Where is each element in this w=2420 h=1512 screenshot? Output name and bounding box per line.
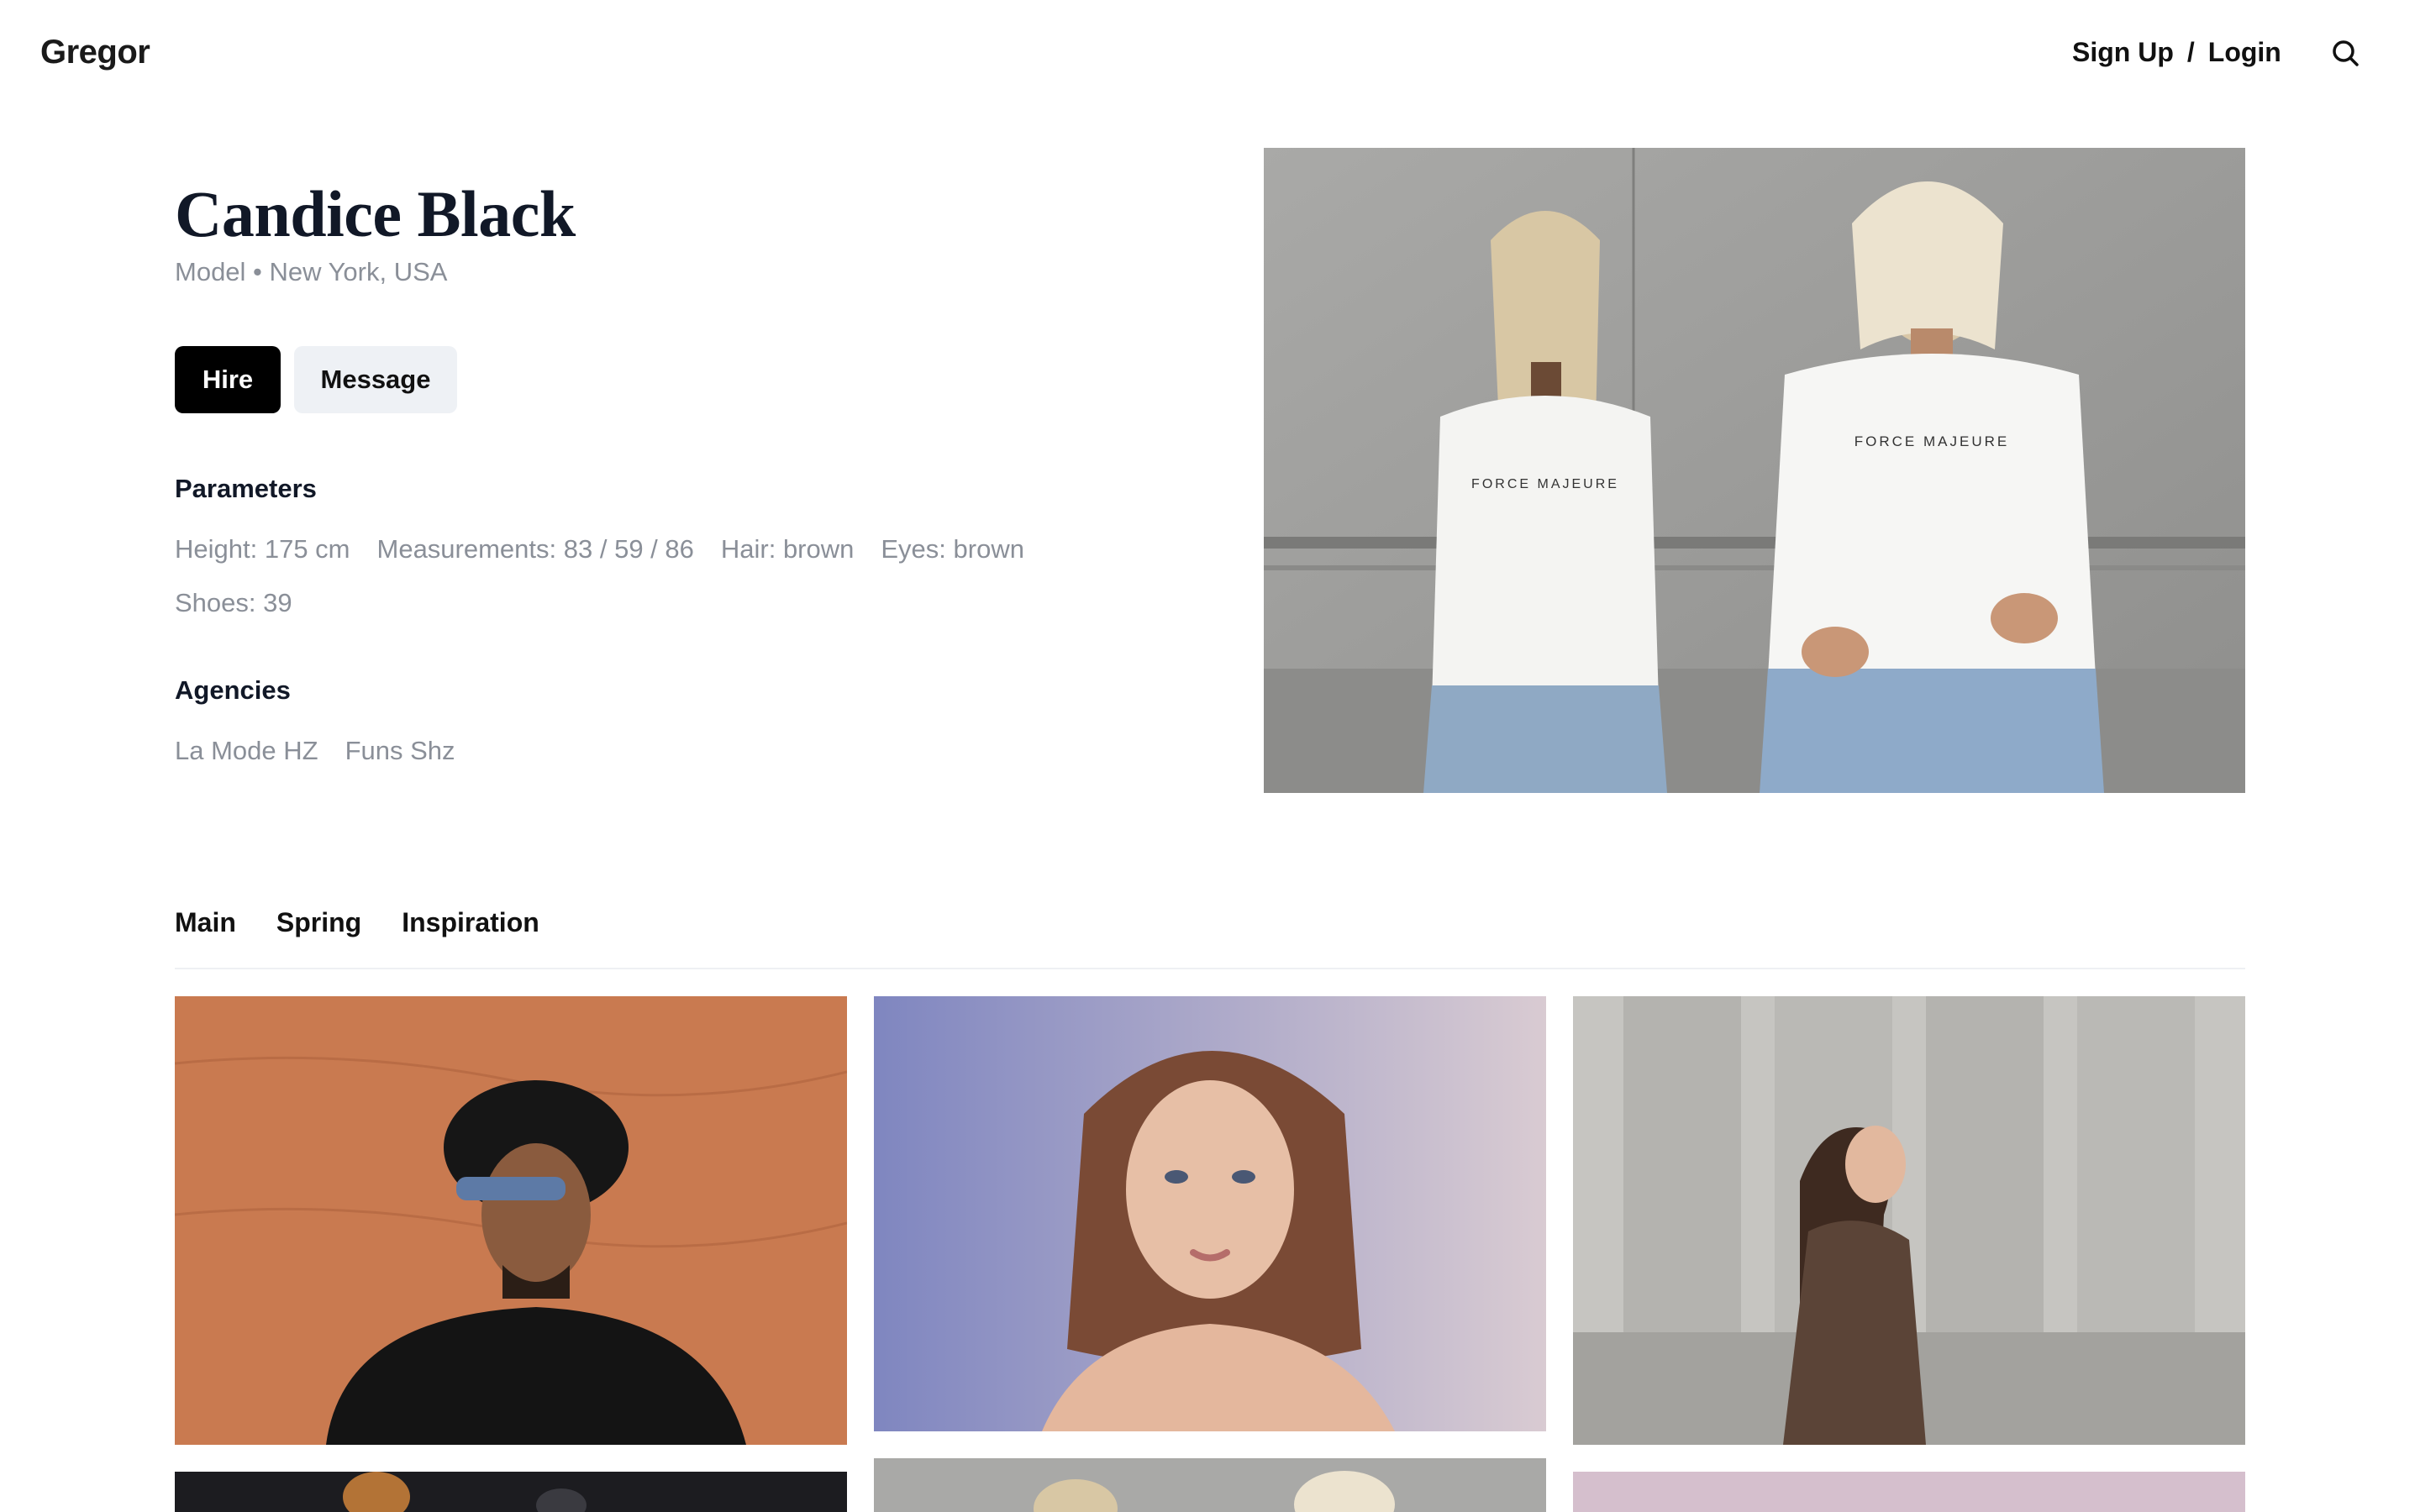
search-button[interactable]	[2329, 37, 2363, 71]
hero-photo: FORCE MAJEURE FORCE MAJEURE	[1264, 148, 2245, 793]
signup-link[interactable]: Sign Up	[2072, 37, 2174, 68]
param-shoes: Shoes: 39	[175, 588, 292, 617]
gallery-tabs: Main Spring Inspiration	[175, 907, 539, 938]
login-link[interactable]: Login	[2208, 37, 2281, 68]
gallery-photo[interactable]	[874, 1458, 1546, 1512]
gallery-photo[interactable]	[1573, 996, 2245, 1445]
gallery-photo[interactable]	[175, 996, 847, 1445]
auth-links: Sign Up / Login	[2072, 37, 2281, 68]
param-measurements: Measurements: 83 / 59 / 86	[376, 534, 694, 564]
hero-shirt-text-right: FORCE MAJEURE	[1854, 433, 2009, 449]
profile-name: Candice Black	[175, 177, 576, 250]
gallery-photo[interactable]	[175, 1472, 847, 1512]
search-icon	[2333, 40, 2359, 66]
profile-subtitle: Model • New York, USA	[175, 257, 448, 286]
gallery-photo[interactable]	[1573, 1472, 2245, 1512]
logo[interactable]: Gregor	[40, 34, 150, 71]
parameters-row-2: Shoes: 39	[175, 588, 292, 618]
parameters-row-1: Height: 175 cm Measurements: 83 / 59 / 8…	[175, 534, 1024, 564]
tab-spring[interactable]: Spring	[276, 907, 361, 938]
profile-page: Gregor Sign Up / Login Candice Black Mod…	[0, 0, 2420, 1512]
tab-inspiration[interactable]: Inspiration	[402, 907, 539, 938]
parameters-title: Parameters	[175, 474, 317, 503]
hero-shirt-text-left: FORCE MAJEURE	[1471, 477, 1619, 491]
hire-button[interactable]: Hire	[175, 346, 281, 413]
param-height: Height: 175 cm	[175, 534, 350, 564]
message-button[interactable]: Message	[294, 346, 457, 413]
gallery-photo[interactable]	[874, 996, 1546, 1431]
agency-item[interactable]: Funs Shz	[345, 736, 455, 766]
agencies-list: La Mode HZ Funs Shz	[175, 736, 455, 766]
agency-item[interactable]: La Mode HZ	[175, 736, 318, 766]
auth-separator: /	[2186, 37, 2195, 67]
tabs-divider	[175, 968, 2245, 969]
param-eyes: Eyes: brown	[881, 534, 1024, 564]
tab-main[interactable]: Main	[175, 907, 236, 938]
agencies-title: Agencies	[175, 675, 291, 705]
param-hair: Hair: brown	[720, 534, 855, 564]
